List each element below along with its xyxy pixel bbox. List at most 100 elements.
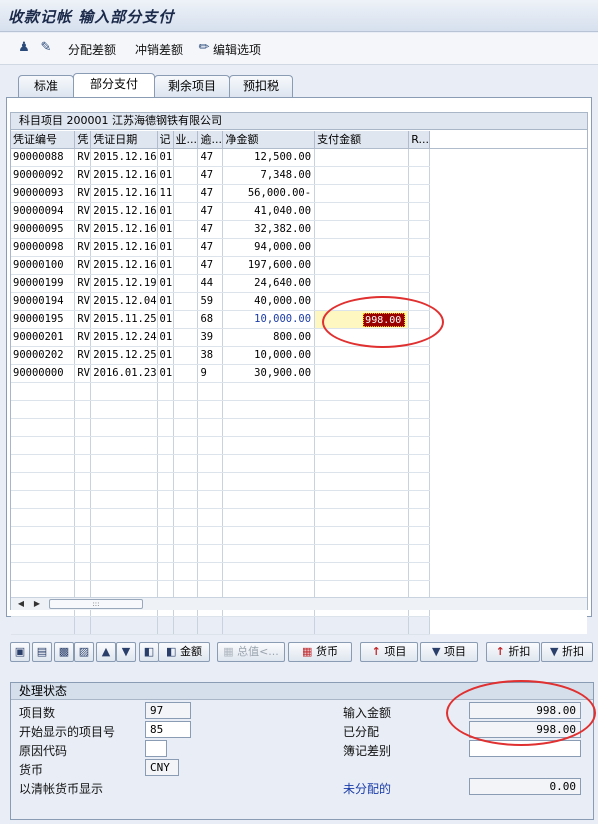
cell-doc-number: 90000093: [11, 184, 76, 203]
table-row[interactable]: 90000095 RV 2015.12.16 01 47 32,382.00: [11, 220, 587, 239]
cell-payment-amount[interactable]: [314, 274, 410, 293]
col-header-doc-date[interactable]: 凭证日期: [90, 131, 158, 149]
table-row[interactable]: 90000194 RV 2015.12.04 01 59 40,000.00: [11, 292, 587, 311]
tab-residual-items[interactable]: 剩余项目: [154, 75, 230, 97]
edit-document-icon[interactable]: ✎: [38, 40, 54, 56]
col-header-reason[interactable]: R...: [408, 131, 431, 149]
cell-doc-type: RV: [74, 148, 92, 167]
cell-payment-amount[interactable]: 998.00: [314, 310, 410, 329]
select-all-button[interactable]: ▣: [10, 642, 30, 662]
table-row[interactable]: 90000202 RV 2015.12.25 01 38 10,000.00: [11, 346, 587, 365]
person-icon[interactable]: ♟: [16, 40, 32, 56]
table-row[interactable]: 90000201 RV 2015.12.24 01 39 800.00: [11, 328, 587, 347]
select-all-icon: ▣: [14, 645, 26, 658]
col-header-business-area[interactable]: 业...: [173, 131, 199, 149]
empty-cell: [314, 508, 410, 527]
cell-doc-number: 90000098: [11, 238, 76, 257]
cell-reason: [408, 328, 431, 347]
empty-cell: [197, 508, 224, 527]
empty-cell: [90, 418, 158, 437]
col-header-doc-number[interactable]: 凭证编号: [11, 131, 76, 149]
cell-payment-amount[interactable]: [314, 184, 410, 203]
table-row[interactable]: 90000093 RV 2015.12.16 11 47 56,000.00-: [11, 184, 587, 203]
cell-reason: [408, 364, 431, 383]
cell-net-amount: 30,900.00: [222, 364, 316, 383]
scroll-left-icon[interactable]: ◀: [15, 599, 27, 609]
empty-cell: [157, 562, 174, 581]
deactivate-items-button[interactable]: ▨: [74, 642, 94, 662]
posting-difference-field[interactable]: [469, 740, 581, 757]
empty-cell: [222, 472, 316, 491]
table-row[interactable]: 90000098 RV 2015.12.16 01 47 94,000.00: [11, 238, 587, 257]
empty-cell: [157, 580, 174, 599]
empty-cell: [314, 526, 410, 545]
select-block-button[interactable]: ▤: [32, 642, 52, 662]
empty-cell: [11, 400, 76, 419]
cell-payment-amount[interactable]: [314, 256, 410, 275]
table-row[interactable]: 90000100 RV 2015.12.16 01 47 197,600.00: [11, 256, 587, 275]
table-row[interactable]: 90000088 RV 2015.12.16 01 47 12,500.00: [11, 148, 587, 167]
table-row[interactable]: 90000199 RV 2015.12.19 01 44 24,640.00: [11, 274, 587, 293]
empty-row: [11, 616, 587, 635]
edit-options-button[interactable]: 编辑选项: [213, 41, 261, 58]
find-button[interactable]: ◧: [139, 642, 159, 662]
empty-cell: [408, 436, 431, 455]
cell-payment-amount[interactable]: [314, 220, 410, 239]
col-header-posting-key[interactable]: 记: [157, 131, 174, 149]
empty-cell: [314, 616, 410, 635]
table-row[interactable]: 90000195 RV 2015.11.25 01 68 10,000.00 998.00: [11, 310, 587, 329]
start-item-field[interactable]: 85: [145, 721, 191, 738]
table-row[interactable]: 90000000 RV 2016.01.23 01 9 30,900.00: [11, 364, 587, 383]
col-header-overdue-days[interactable]: 逾...: [197, 131, 224, 149]
item-filter-button[interactable]: ▼ 项目: [420, 642, 478, 662]
item-plus-button[interactable]: ↑ 项目: [360, 642, 418, 662]
currency-button[interactable]: ▦ 货币: [288, 642, 352, 662]
cell-payment-amount[interactable]: [314, 238, 410, 257]
cell-payment-amount[interactable]: [314, 292, 410, 311]
empty-cell: [314, 544, 410, 563]
empty-cell: [314, 562, 410, 581]
cell-overdue-days: 47: [197, 256, 224, 275]
empty-cell: [90, 508, 158, 527]
reason-code-field[interactable]: [145, 740, 167, 757]
col-header-payment-amount[interactable]: 支付金额: [314, 131, 410, 149]
activate-items-button[interactable]: ▩: [54, 642, 74, 662]
col-header-net-amount[interactable]: 净金额: [222, 131, 316, 149]
col-header-doc-type[interactable]: 凭: [74, 131, 92, 149]
empty-cell: [429, 562, 587, 580]
cell-payment-amount[interactable]: [314, 202, 410, 221]
scroll-thumb[interactable]: :::: [49, 599, 143, 609]
horizontal-scrollbar[interactable]: ◀ ▶ :::: [11, 597, 587, 610]
cell-payment-amount[interactable]: [314, 166, 410, 185]
discount-plus-label: 折扣: [508, 645, 531, 658]
cell-filler: [429, 166, 587, 184]
sort-descending-button[interactable]: ▼: [116, 642, 136, 662]
cell-payment-amount[interactable]: [314, 364, 410, 383]
tab-partial-payment[interactable]: 部分支付: [73, 73, 155, 98]
discount-filter-button[interactable]: ▼ 折扣: [541, 642, 593, 662]
sort-ascending-button[interactable]: ▲: [96, 642, 116, 662]
tab-withholding-tax[interactable]: 预扣税: [229, 75, 293, 97]
cell-payment-amount[interactable]: [314, 346, 410, 365]
amount-search-button[interactable]: ◧ 金额: [158, 642, 210, 662]
distribute-difference-button[interactable]: 分配差额: [68, 41, 116, 58]
table-row[interactable]: 90000094 RV 2015.12.16 01 47 41,040.00: [11, 202, 587, 221]
cell-overdue-days: 47: [197, 238, 224, 257]
binoculars-icon: ◧: [143, 645, 155, 658]
entered-amount-label: 输入金额: [343, 706, 392, 720]
empty-cell: [173, 544, 199, 563]
empty-cell: [173, 508, 199, 527]
empty-cell: [74, 616, 92, 635]
cell-payment-amount[interactable]: [314, 148, 410, 167]
scroll-right-icon[interactable]: ▶: [31, 599, 43, 609]
reverse-difference-button[interactable]: 冲销差额: [135, 41, 183, 58]
cell-payment-amount[interactable]: [314, 328, 410, 347]
clearing-currency-label[interactable]: 以清帐货币显示: [19, 780, 103, 797]
empty-cell: [11, 436, 76, 455]
tab-standard[interactable]: 标准: [18, 75, 74, 97]
table-row[interactable]: 90000092 RV 2015.12.16 01 47 7,348.00: [11, 166, 587, 185]
discount-plus-button[interactable]: ↑ 折扣: [486, 642, 540, 662]
cell-doc-date: 2015.12.19: [90, 274, 158, 293]
payment-amount-input[interactable]: 998.00: [363, 312, 406, 327]
empty-cell: [429, 580, 587, 598]
